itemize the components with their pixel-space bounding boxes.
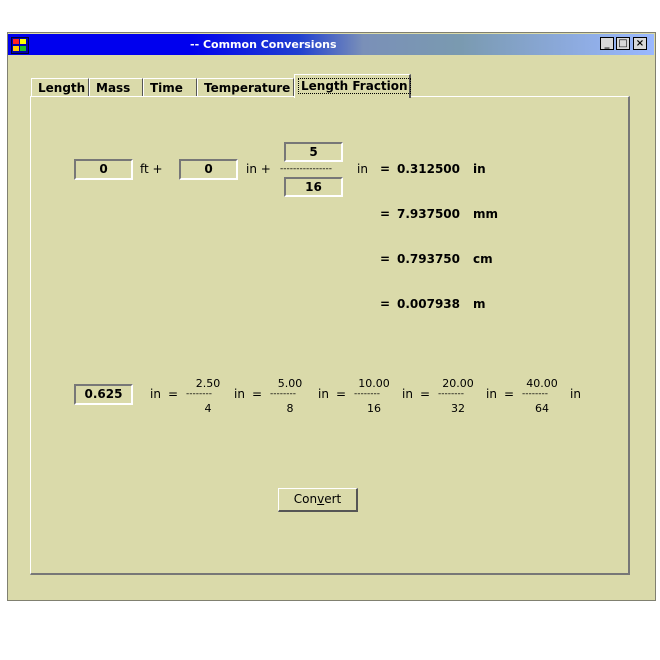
denominator-input[interactable]: 16 (284, 177, 343, 197)
fraction-denominator: 16 (367, 402, 381, 415)
close-icon[interactable]: × (633, 37, 647, 50)
fraction-unit: in (486, 387, 497, 401)
window-title: -- Common Conversions (190, 38, 337, 51)
tab-label: Time (150, 81, 183, 95)
fraction-bar: ---------------- (280, 164, 332, 174)
convert-label-post: ert (324, 492, 342, 506)
tab-length[interactable]: Length (31, 78, 89, 97)
result-inches: 0.312500 (397, 162, 461, 176)
fraction-unit-label: in (357, 162, 368, 176)
decimal-input[interactable]: 0.625 (74, 384, 133, 405)
equals-sign: = (336, 387, 347, 401)
fraction-denominator: 4 (204, 402, 212, 415)
result-mm: 7.937500 (397, 207, 461, 221)
fraction-bar: -------- (186, 389, 212, 399)
maximize-icon[interactable]: □ (616, 37, 630, 50)
fraction-bar: -------- (438, 389, 464, 399)
fraction-denominator: 8 (286, 402, 294, 415)
equals-sign: = (168, 387, 179, 401)
result-unit: mm (473, 207, 499, 221)
fraction-denominator: 32 (451, 402, 465, 415)
feet-input[interactable]: 0 (74, 159, 133, 180)
feet-unit-label: ft + (140, 162, 163, 176)
fraction-unit: in (318, 387, 329, 401)
tab-label: Length (38, 81, 86, 95)
equals-sign: = (420, 387, 431, 401)
tab-length-fraction[interactable]: Length Fraction (294, 74, 411, 98)
tab-label: Temperature (204, 81, 291, 95)
fraction-bar: -------- (522, 389, 548, 399)
result-unit: in (473, 162, 486, 176)
decimal-unit-label: in (150, 387, 161, 401)
equals-sign: = (252, 387, 263, 401)
tab-label: Length Fraction (298, 78, 411, 94)
result-eq: = (380, 297, 391, 311)
result-m: 0.007938 (397, 297, 461, 311)
result-eq: = (380, 252, 391, 266)
tab-time[interactable]: Time (143, 78, 197, 97)
tab-mass[interactable]: Mass (89, 78, 143, 97)
equals-sign: = (504, 387, 515, 401)
numerator-input[interactable]: 5 (284, 142, 343, 162)
fraction-unit: in (234, 387, 245, 401)
tab-label: Mass (96, 81, 131, 95)
result-eq: = (380, 162, 391, 176)
fraction-unit: in (570, 387, 581, 401)
inch-unit-label: in + (246, 162, 271, 176)
tab-temperature[interactable]: Temperature (197, 78, 294, 97)
app-icon[interactable] (11, 37, 29, 54)
result-unit: cm (473, 252, 493, 266)
convert-button[interactable]: Convert (278, 488, 358, 512)
result-eq: = (380, 207, 391, 221)
fraction-bar: -------- (354, 389, 380, 399)
result-cm: 0.793750 (397, 252, 461, 266)
convert-label-pre: Con (293, 492, 318, 506)
fraction-unit: in (402, 387, 413, 401)
result-unit: m (473, 297, 486, 311)
inch-input[interactable]: 0 (179, 159, 238, 180)
fraction-bar: -------- (270, 389, 296, 399)
fraction-denominator: 64 (535, 402, 549, 415)
minimize-icon[interactable]: _ (600, 37, 614, 50)
